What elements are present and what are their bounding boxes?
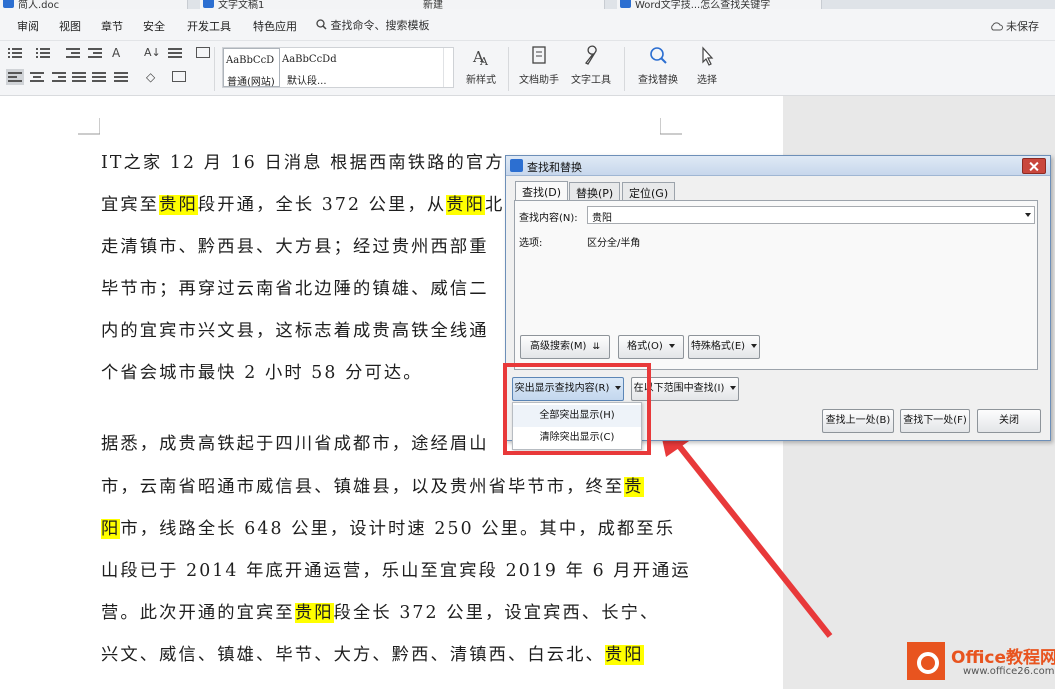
chevron-down-icon [751,344,758,348]
special-format-button[interactable]: 特殊格式(E) [688,335,760,359]
chevron-down-icon[interactable] [1025,213,1031,217]
advanced-search-button[interactable]: 高级搜索(M) ⇊ [520,335,610,359]
office-watermark-logo: Office教程网 www.office26.com [905,640,1055,686]
chevron-down-icon [668,344,675,348]
options-value: 区分全/半角 [587,238,641,249]
tab-find[interactable]: 查找(D) [515,181,569,201]
office-logo-icon [907,642,945,680]
find-what-input[interactable]: 贵阳 [587,206,1035,224]
find-previous-button[interactable]: 查找上一处(B) [822,409,894,433]
find-next-button[interactable]: 查找下一处(F) [900,409,970,433]
tab-replace[interactable]: 替换(P) [569,182,621,200]
wps-writer-icon [510,159,523,172]
find-what-label: 查找内容(N): [519,213,578,224]
options-label: 选项: [519,238,543,249]
annotation-highlight-box [503,363,651,455]
tab-goto[interactable]: 定位(G) [622,182,676,200]
close-button[interactable]: 关闭 [977,409,1041,433]
double-chevron-down-icon: ⇊ [592,342,600,352]
dialog-titlebar[interactable]: 查找和替换 [506,156,1050,176]
chevron-down-icon [730,386,737,390]
format-button[interactable]: 格式(O) [618,335,684,359]
close-icon[interactable] [1022,158,1046,174]
